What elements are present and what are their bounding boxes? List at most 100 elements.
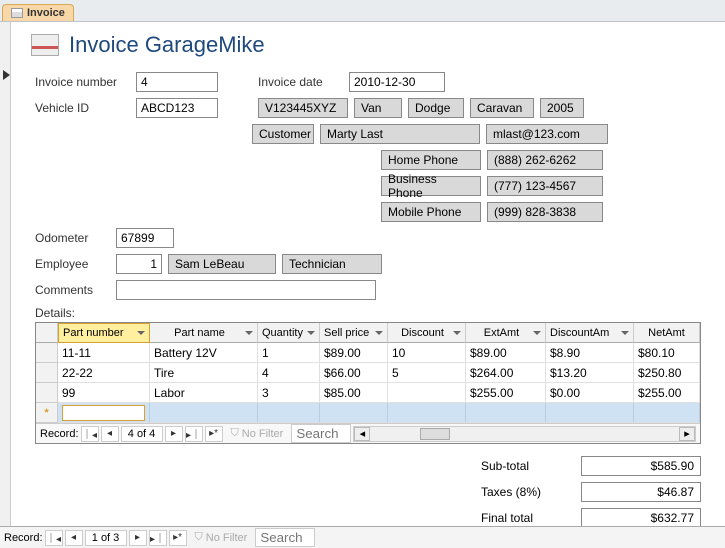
- cell-quantity[interactable]: 4: [258, 363, 320, 383]
- col-part-number[interactable]: Part number: [58, 323, 150, 343]
- outer-nav-last-button[interactable]: ▸｜: [149, 530, 167, 546]
- cell-discount[interactable]: 5: [388, 363, 466, 383]
- main-form-area: Invoice GarageMike Invoice number Invoic…: [0, 22, 725, 526]
- tab-label: Invoice: [27, 7, 65, 19]
- outer-nav-record-label: Record:: [4, 532, 43, 544]
- new-part-number-input[interactable]: [62, 405, 145, 421]
- nav-first-button[interactable]: ｜◂: [81, 426, 99, 442]
- form-header: Invoice GarageMike: [11, 22, 725, 72]
- nav-next-button[interactable]: ▸: [165, 426, 183, 442]
- tab-bar: Invoice: [0, 0, 725, 22]
- horizontal-scrollbar[interactable]: ◂ ▸: [353, 426, 696, 442]
- subtotal-field[interactable]: [581, 456, 701, 476]
- outer-nav-position[interactable]: 1 of 3: [85, 530, 127, 546]
- outer-nav-bar: Record: ｜◂ ◂ 1 of 3 ▸ ▸｜ ▸* ⛉No Filter: [0, 526, 725, 548]
- tab-invoice[interactable]: Invoice: [2, 4, 74, 21]
- final-total-field[interactable]: [581, 508, 701, 528]
- cell-discount-amt[interactable]: $8.90: [546, 343, 634, 363]
- outer-nav-no-filter[interactable]: ⛉No Filter: [189, 531, 254, 544]
- new-record-marker: *: [36, 403, 58, 423]
- dropdown-icon: [137, 331, 145, 335]
- vehicle-id-field[interactable]: [136, 98, 218, 118]
- dropdown-icon: [621, 331, 629, 335]
- nav-last-button[interactable]: ▸｜: [185, 426, 203, 442]
- comments-field[interactable]: [116, 280, 376, 300]
- row-selector[interactable]: [36, 363, 58, 383]
- col-quantity[interactable]: Quantity: [258, 323, 320, 343]
- vehicle-id-label: Vehicle ID: [35, 101, 130, 115]
- invoice-number-label: Invoice number: [35, 75, 130, 89]
- col-sell-price[interactable]: Sell price: [320, 323, 388, 343]
- subtotal-label: Sub-total: [481, 459, 571, 473]
- invoice-number-field[interactable]: [136, 72, 218, 92]
- nav-new-button[interactable]: ▸*: [205, 426, 223, 442]
- scroll-left-button[interactable]: ◂: [354, 427, 370, 441]
- cell-discount[interactable]: [388, 383, 466, 403]
- record-selector-bar[interactable]: [0, 22, 11, 526]
- employee-id-field[interactable]: [116, 254, 162, 274]
- invoice-date-field[interactable]: [349, 72, 445, 92]
- cell-quantity[interactable]: 1: [258, 343, 320, 363]
- nav-prev-button[interactable]: ◂: [101, 426, 119, 442]
- new-record-row[interactable]: *: [36, 403, 700, 423]
- filter-icon: ⛉: [195, 531, 203, 544]
- cell-sell-price[interactable]: $66.00: [320, 363, 388, 383]
- odometer-field[interactable]: [116, 228, 174, 248]
- col-discount-amt[interactable]: DiscountAm: [546, 323, 634, 343]
- business-phone-display: (777) 123-4567: [487, 176, 603, 196]
- dropdown-icon: [307, 331, 315, 335]
- cell-sell-price[interactable]: $85.00: [320, 383, 388, 403]
- vehicle-year-display: 2005: [540, 98, 584, 118]
- table-row[interactable]: 99Labor3$85.00 $255.00$0.00$255.00: [36, 383, 700, 403]
- row-selector-header[interactable]: [36, 323, 58, 343]
- comments-label: Comments: [35, 283, 110, 297]
- taxes-field[interactable]: [581, 482, 701, 502]
- scroll-right-button[interactable]: ▸: [679, 427, 695, 441]
- row-selector[interactable]: [36, 383, 58, 403]
- cell-net-amt[interactable]: $255.00: [634, 383, 700, 403]
- dropdown-icon: [375, 331, 383, 335]
- nav-search-input[interactable]: [291, 424, 351, 443]
- cell-discount[interactable]: 10: [388, 343, 466, 363]
- vehicle-make-display: Dodge: [408, 98, 464, 118]
- outer-nav-prev-button[interactable]: ◂: [65, 530, 83, 546]
- scroll-thumb[interactable]: [420, 428, 450, 440]
- cell-sell-price[interactable]: $89.00: [320, 343, 388, 363]
- page-title: Invoice GarageMike: [69, 32, 265, 58]
- home-phone-display: (888) 262-6262: [487, 150, 603, 170]
- cell-quantity[interactable]: 3: [258, 383, 320, 403]
- totals-section: Sub-total Taxes (8%) Final total: [35, 456, 701, 528]
- table-row[interactable]: 11-11Battery 12V1$89.0010$89.00$8.90$80.…: [36, 343, 700, 363]
- cell-part-number[interactable]: 99: [58, 383, 150, 403]
- cell-ext-amt[interactable]: $264.00: [466, 363, 546, 383]
- cell-part-name[interactable]: Battery 12V: [150, 343, 258, 363]
- nav-position[interactable]: 4 of 4: [121, 426, 163, 442]
- cell-part-number[interactable]: 11-11: [58, 343, 150, 363]
- col-discount[interactable]: Discount: [388, 323, 466, 343]
- cell-discount-amt[interactable]: $0.00: [546, 383, 634, 403]
- outer-nav-first-button[interactable]: ｜◂: [45, 530, 63, 546]
- cell-net-amt[interactable]: $80.10: [634, 343, 700, 363]
- details-label: Details:: [35, 306, 701, 320]
- employee-name-display: Sam LeBeau: [168, 254, 276, 274]
- cell-part-number[interactable]: 22-22: [58, 363, 150, 383]
- cell-ext-amt[interactable]: $89.00: [466, 343, 546, 363]
- col-ext-amt[interactable]: ExtAmt: [466, 323, 546, 343]
- cell-part-name[interactable]: Labor: [150, 383, 258, 403]
- col-net-amt[interactable]: NetAmt: [634, 323, 700, 343]
- outer-nav-new-button[interactable]: ▸*: [169, 530, 187, 546]
- nav-no-filter[interactable]: ⛉No Filter: [225, 427, 290, 440]
- vehicle-model-display: Caravan: [470, 98, 534, 118]
- outer-nav-next-button[interactable]: ▸: [129, 530, 147, 546]
- row-selector[interactable]: [36, 343, 58, 363]
- vehicle-type-display: Van: [354, 98, 402, 118]
- table-row[interactable]: 22-22Tire4$66.005$264.00$13.20$250.80: [36, 363, 700, 383]
- cell-ext-amt[interactable]: $255.00: [466, 383, 546, 403]
- cell-part-name[interactable]: Tire: [150, 363, 258, 383]
- col-part-name[interactable]: Part name: [150, 323, 258, 343]
- outer-nav-search-input[interactable]: [255, 528, 315, 547]
- form-icon: [11, 8, 23, 18]
- cell-net-amt[interactable]: $250.80: [634, 363, 700, 383]
- mobile-phone-label: Mobile Phone: [381, 202, 481, 222]
- cell-discount-amt[interactable]: $13.20: [546, 363, 634, 383]
